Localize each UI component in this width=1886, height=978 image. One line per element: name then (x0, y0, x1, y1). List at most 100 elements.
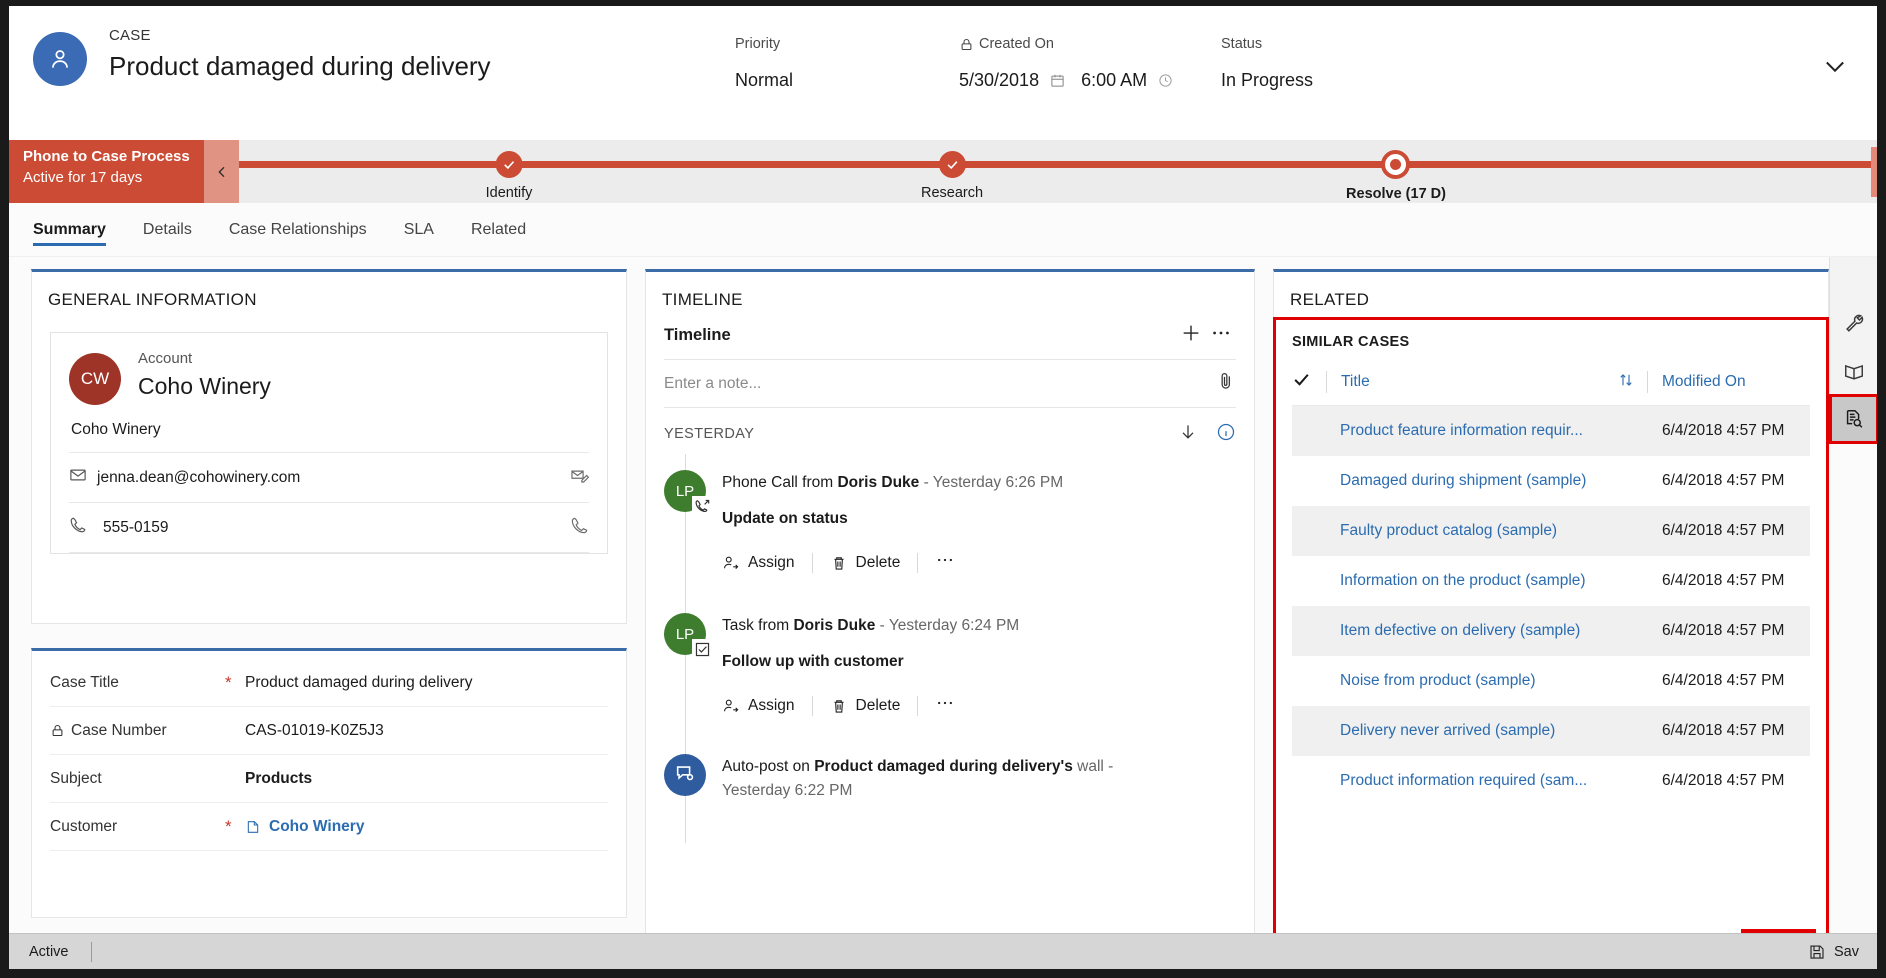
header-field-created-on[interactable]: Created On 5/30/2018 6:00 AM (959, 34, 1221, 93)
similar-cases-panel: SIMILAR CASES Title Modified On Product … (1273, 317, 1829, 969)
timeline-item-prefix: Phone Call from (722, 474, 838, 491)
row-title[interactable]: Product feature information requir... (1340, 422, 1662, 440)
chevron-down-icon[interactable] (1821, 52, 1849, 80)
account-phone-row[interactable]: 555-0159 (69, 503, 589, 552)
avatar (664, 754, 706, 796)
account-name[interactable]: Coho Winery (138, 370, 271, 402)
process-name-block[interactable]: Phone to Case Process Active for 17 days (9, 140, 204, 203)
timeline-subheader: Timeline (664, 322, 1236, 360)
similar-cases-title: SIMILAR CASES (1292, 334, 1410, 350)
delete-label: Delete (855, 696, 901, 714)
field-row-case-title[interactable]: Case Title * Product damaged during deli… (50, 659, 608, 707)
ellipsis-icon[interactable] (935, 550, 955, 575)
rail-button-wrench[interactable] (1830, 299, 1878, 347)
table-row[interactable]: Faulty product catalog (sample) 6/4/2018… (1292, 506, 1810, 556)
field-label: Customer (50, 817, 118, 835)
envelope-icon (69, 466, 91, 489)
checkmark-icon (947, 161, 957, 170)
column-header-modified-on[interactable]: Modified On (1662, 373, 1810, 391)
delete-button[interactable]: Delete (830, 554, 900, 572)
ellipsis-icon[interactable] (935, 693, 955, 718)
form-body: GENERAL INFORMATION CW Account Coho Wine… (9, 257, 1878, 969)
paperclip-icon[interactable] (1216, 371, 1236, 396)
field-row-customer[interactable]: Customer * Coho Winery (50, 803, 608, 851)
column-header-title[interactable]: Title (1341, 373, 1617, 391)
tab-related[interactable]: Related (471, 203, 526, 257)
entity-type-label: CASE (109, 27, 151, 44)
row-modified-on: 6/4/2018 4:57 PM (1662, 622, 1785, 639)
delete-button[interactable]: Delete (830, 696, 901, 715)
tab-details[interactable]: Details (143, 203, 192, 257)
calendar-icon[interactable] (1050, 73, 1065, 88)
field-value: Coho Winery (269, 817, 365, 835)
save-button[interactable]: Sav (1808, 943, 1859, 961)
row-title[interactable]: Faulty product catalog (sample) (1340, 522, 1662, 540)
table-row[interactable]: Information on the product (sample) 6/4/… (1292, 556, 1810, 606)
chevron-left-icon (217, 166, 224, 177)
tab-summary[interactable]: Summary (33, 203, 106, 257)
table-row[interactable]: Delivery never arrived (sample) 6/4/2018… (1292, 706, 1810, 756)
row-title[interactable]: Delivery never arrived (sample) (1340, 722, 1662, 740)
auto-post-icon (674, 762, 696, 788)
timeline-item[interactable]: LP Task from Doris Duke - Yesterday 6:24… (664, 575, 1236, 718)
rail-button-knowledge[interactable] (1830, 347, 1878, 395)
row-title[interactable]: Item defective on delivery (sample) (1340, 622, 1662, 640)
table-row[interactable]: Product information required (sam... 6/4… (1292, 756, 1810, 806)
sort-updown-icon[interactable] (1617, 371, 1647, 393)
task-checkbox-icon (692, 639, 712, 659)
row-title[interactable]: Damaged during shipment (sample) (1340, 472, 1662, 490)
process-stage-resolve[interactable]: Resolve (17 D) (1346, 140, 1446, 202)
record-titles: CASE Product damaged during delivery (109, 26, 491, 83)
header-field-priority[interactable]: Priority Normal (709, 34, 959, 93)
tab-sla[interactable]: SLA (404, 203, 434, 257)
row-title[interactable]: Information on the product (sample) (1340, 572, 1662, 590)
account-email-row[interactable]: jenna.dean@cohowinery.com (69, 453, 590, 502)
field-label: Case Number (71, 721, 167, 739)
info-icon[interactable] (1216, 422, 1236, 446)
plus-icon[interactable] (1176, 322, 1206, 349)
row-title[interactable]: Product information required (sam... (1340, 772, 1662, 790)
assign-button[interactable]: Assign (722, 697, 795, 715)
table-row[interactable]: Noise from product (sample) 6/4/2018 4:5… (1292, 656, 1810, 706)
compose-email-icon[interactable] (570, 466, 590, 490)
call-icon[interactable] (570, 516, 589, 540)
phone-icon (69, 516, 91, 539)
divider (917, 695, 919, 716)
stage-label: Resolve (17 D) (1346, 186, 1446, 202)
clock-icon[interactable] (1158, 73, 1173, 88)
timeline-item-prefix: Auto-post on (722, 758, 815, 775)
timeline-item-time: - Yesterday 6:24 PM (875, 617, 1020, 634)
rail-button-similar-records[interactable] (1828, 394, 1877, 444)
similar-cases-column-headers: Title Modified On (1292, 358, 1810, 406)
header-field-status[interactable]: Status In Progress (1221, 34, 1481, 93)
table-row[interactable]: Item defective on delivery (sample) 6/4/… (1292, 606, 1810, 656)
lock-icon (52, 724, 63, 737)
table-row[interactable]: Product feature information requir... 6/… (1292, 406, 1810, 456)
document-search-icon (1846, 410, 1862, 428)
timeline-item[interactable]: Auto-post on Product damaged during deli… (664, 718, 1236, 803)
process-active-duration: Active for 17 days (23, 169, 143, 186)
process-stage-research[interactable]: Research (921, 140, 983, 201)
timeline-note-input[interactable]: Enter a note... (664, 360, 1236, 408)
row-title[interactable]: Noise from product (sample) (1340, 672, 1662, 690)
header-fields: Priority Normal Created On 5/30/2018 6:0… (709, 34, 1481, 93)
checkmark-icon[interactable] (1292, 370, 1326, 394)
column-timeline: TIMELINE Timeline Enter a note... YESTER… (645, 269, 1255, 969)
ellipsis-icon[interactable] (1206, 322, 1236, 349)
trash-icon (834, 699, 844, 713)
divider (811, 695, 813, 716)
timeline-item-actor: Doris Duke (793, 617, 876, 634)
row-modified-on: 6/4/2018 4:57 PM (1662, 572, 1785, 589)
table-row[interactable]: Damaged during shipment (sample) 6/4/201… (1292, 456, 1810, 506)
account-contact-card: CW Account Coho Winery Coho Winery jenna… (50, 332, 608, 554)
process-collapse-button[interactable] (204, 140, 239, 203)
tab-case-relationships[interactable]: Case Relationships (229, 203, 367, 257)
assign-button[interactable]: Assign (722, 554, 795, 572)
field-row-subject[interactable]: Subject Products (50, 755, 608, 803)
timeline-item[interactable]: LP Phone Call from Doris Duke - Yesterda (664, 454, 1236, 575)
arrow-down-icon[interactable] (1178, 422, 1198, 446)
column-general-information: GENERAL INFORMATION CW Account Coho Wine… (31, 269, 627, 969)
process-stage-identify[interactable]: Identify (486, 140, 532, 201)
divider (917, 552, 919, 573)
divider (1326, 370, 1327, 393)
